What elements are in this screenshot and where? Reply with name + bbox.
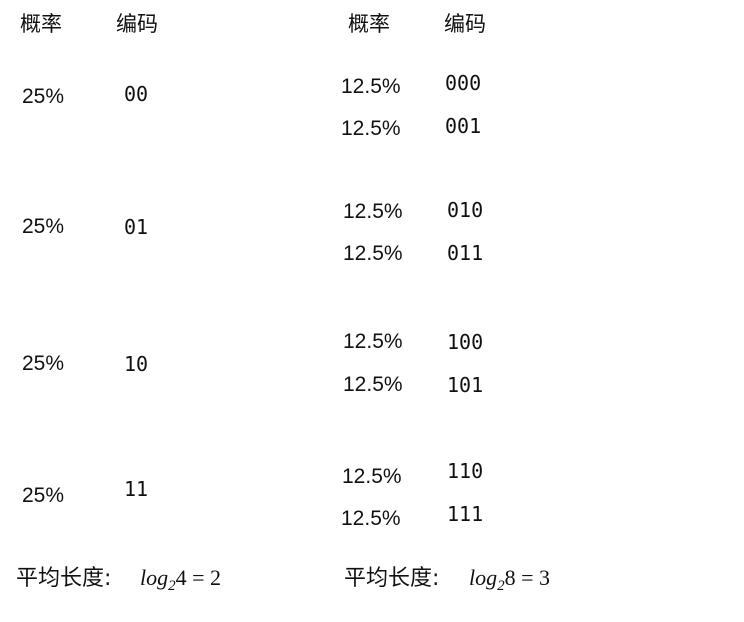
- left-formula-result: 2: [210, 565, 222, 590]
- left-formula-equals: =: [192, 565, 205, 590]
- right-average-length-label: 平均长度:: [344, 566, 440, 591]
- right-code-6: 101: [447, 373, 484, 397]
- right-header-probability: 概率: [348, 12, 390, 36]
- right-code-2: 001: [445, 114, 482, 138]
- right-formula-arg: 8: [504, 565, 516, 590]
- left-formula-fn: log: [140, 565, 169, 590]
- right-formula-base: 2: [497, 578, 505, 594]
- right-code-4: 011: [447, 241, 484, 265]
- right-average-length-formula: log28 = 3: [469, 565, 551, 594]
- left-average-length-label: 平均长度:: [16, 566, 112, 591]
- right-prob-2: 12.5%: [341, 117, 401, 140]
- right-prob-8: 12.5%: [341, 507, 401, 530]
- right-prob-7: 12.5%: [342, 465, 402, 488]
- left-code-1: 00: [124, 82, 149, 106]
- right-code-1: 000: [445, 71, 482, 95]
- right-code-8: 111: [447, 502, 484, 526]
- left-header-code: 编码: [116, 12, 158, 36]
- right-formula-equals: =: [521, 565, 534, 590]
- right-formula-result: 3: [539, 565, 551, 590]
- left-average-length-formula: log24 = 2: [140, 565, 222, 594]
- left-prob-3: 25%: [22, 352, 65, 375]
- left-prob-4: 25%: [22, 484, 65, 507]
- left-formula-base: 2: [168, 578, 176, 594]
- right-prob-5: 12.5%: [343, 330, 403, 353]
- right-prob-1: 12.5%: [341, 75, 401, 98]
- left-code-4: 11: [124, 477, 149, 501]
- right-prob-4: 12.5%: [343, 242, 403, 265]
- left-code-3: 10: [124, 352, 149, 376]
- left-header-probability: 概率: [20, 12, 62, 36]
- right-prob-3: 12.5%: [343, 200, 403, 223]
- right-formula-fn: log: [469, 565, 498, 590]
- right-code-5: 100: [447, 330, 484, 354]
- left-prob-2: 25%: [22, 215, 65, 238]
- right-code-7: 110: [447, 459, 484, 483]
- right-prob-6: 12.5%: [343, 373, 403, 396]
- right-header-code: 编码: [444, 12, 486, 36]
- left-prob-1: 25%: [22, 85, 65, 108]
- right-code-3: 010: [447, 198, 484, 222]
- left-formula-arg: 4: [175, 565, 187, 590]
- left-code-2: 01: [124, 215, 149, 239]
